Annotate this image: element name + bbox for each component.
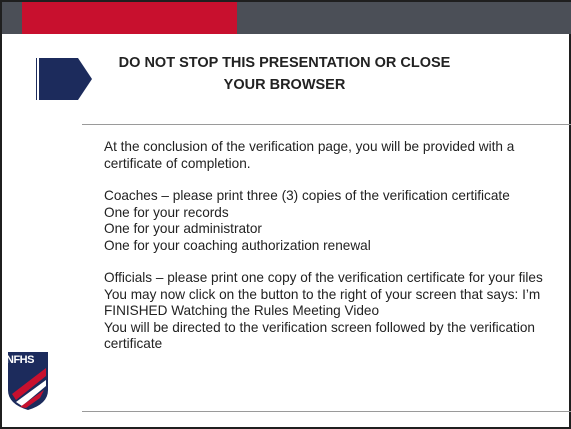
finish-button-instruction: You may now click on the button to the r… [104,286,541,319]
bottom-divider [82,411,571,412]
nfhs-logo-text: NFHS [6,354,34,366]
coaches-item: One for your records [104,204,229,220]
coaches-item: One for your administrator [104,221,262,236]
slide-title: DO NOT STOP THIS PRESENTATION OR CLOSE Y… [118,55,451,93]
top-bar [2,2,571,34]
slide-frame: DO NOT STOP THIS PRESENTATION OR CLOSE Y… [0,0,571,429]
redirect-instruction: You will be directed to the verification… [104,319,535,352]
pennant-flag-icon [36,58,92,100]
conclusion-paragraph: At the conclusion of the verification pa… [104,139,515,171]
officials-instruction: Officials – please print one copy of the… [104,270,543,285]
coaches-item: One for your coaching authorization rene… [104,237,371,253]
title-divider [82,124,571,125]
slide-body: At the conclusion of the verification pa… [104,139,564,353]
coaches-instruction: Coaches – please print three (3) copies … [104,188,510,203]
top-bar-accent [22,2,237,34]
